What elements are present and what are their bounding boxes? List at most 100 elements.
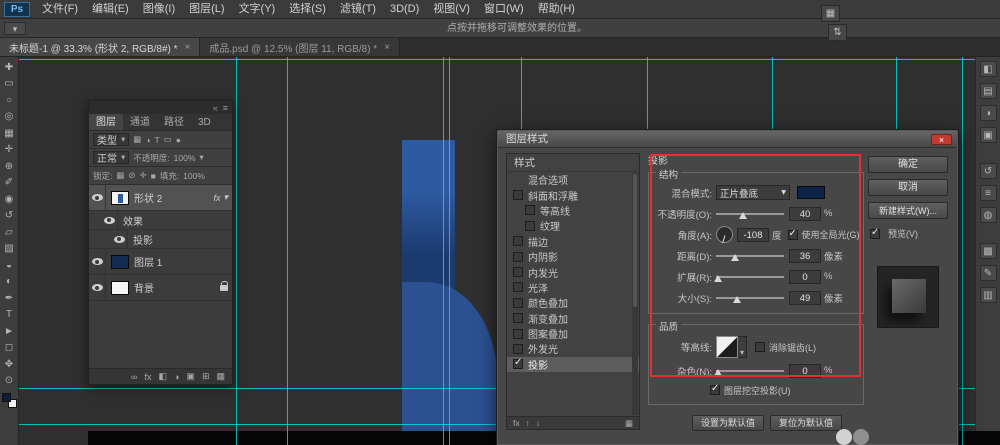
clone-stamp-tool[interactable]: ◉ (2, 192, 17, 206)
move-effect-down-icon[interactable]: ↓ (536, 418, 540, 428)
styles-panel-icon[interactable]: ▣ (980, 127, 997, 143)
dodge-tool[interactable]: ◐ (2, 275, 17, 289)
opacity-slider[interactable] (716, 208, 784, 220)
adjustment-layer-icon[interactable]: ◑ (174, 372, 179, 382)
spread-slider[interactable] (716, 271, 784, 283)
lock-transparency-icon[interactable]: ▦ (116, 170, 124, 181)
adjustments-panel-icon[interactable]: ◑ (980, 105, 997, 121)
quick-selection-tool[interactable]: ◎ (2, 110, 17, 124)
style-checkbox[interactable] (513, 282, 523, 292)
smart-object-filter-icon[interactable]: ● (176, 135, 181, 145)
shape-filter-icon[interactable]: ▭ (164, 134, 172, 145)
noise-slider[interactable] (716, 365, 784, 377)
menu-image[interactable]: 图像(I) (136, 0, 182, 19)
global-light-checkbox[interactable]: ✓ (788, 230, 798, 240)
style-checkbox[interactable] (513, 313, 523, 323)
visibility-eye-icon[interactable] (114, 236, 125, 243)
noise-input[interactable]: 0 (789, 364, 821, 378)
style-checkbox[interactable] (525, 205, 535, 215)
layer-thumbnail[interactable] (111, 281, 129, 295)
add-effect-icon[interactable]: fx (513, 418, 520, 428)
move-effect-up-icon[interactable]: ↑ (526, 418, 530, 428)
new-layer-icon[interactable]: ⊞ (202, 371, 210, 382)
layer-row-layer1[interactable]: 图层 1 (89, 249, 232, 275)
close-tab-icon[interactable]: × (384, 42, 390, 53)
shadow-blend-mode-dropdown[interactable]: 正片叠底 ▾ (716, 185, 790, 200)
shape-tool[interactable]: ◻ (2, 341, 17, 355)
foreground-color-swatch[interactable] (2, 393, 11, 402)
type-filter-icon[interactable]: T (154, 135, 159, 145)
layer-mask-icon[interactable]: ◧ (158, 371, 167, 382)
collapse-effects-icon[interactable]: ▾ (223, 192, 228, 203)
pen-tool[interactable]: ✒ (2, 291, 17, 305)
angle-dial[interactable] (716, 226, 733, 243)
style-checkbox[interactable]: ✓ (513, 359, 523, 369)
style-checkbox[interactable] (513, 252, 523, 262)
link-layers-icon[interactable]: ∞ (131, 372, 137, 382)
delete-layer-icon[interactable]: ▦ (216, 371, 225, 382)
style-item-contour[interactable]: 等高线 (507, 203, 639, 218)
zoom-tool[interactable]: ⊙ (2, 374, 17, 388)
new-style-button[interactable]: 新建样式(W)... (868, 202, 948, 219)
path-selection-tool[interactable]: ► (2, 324, 17, 338)
style-item-outer-glow[interactable]: 外发光 (507, 341, 639, 356)
move-tool[interactable]: ✚ (2, 60, 17, 74)
lasso-tool[interactable]: ○ (2, 93, 17, 107)
layer-style-icon[interactable]: fx (144, 372, 151, 382)
size-input[interactable]: 49 (789, 291, 821, 305)
angle-input[interactable]: -108 (737, 228, 769, 242)
collapse-panel-icon[interactable]: « (213, 103, 218, 113)
menu-type[interactable]: 文字(Y) (232, 0, 283, 19)
crop-tool[interactable]: ▦ (2, 126, 17, 140)
dialog-title-bar[interactable]: 图层样式 (498, 131, 957, 148)
delete-effect-icon[interactable]: ▦ (625, 418, 633, 429)
pixel-filter-icon[interactable]: ▦ (133, 134, 141, 145)
layer-opacity-value[interactable]: 100% (174, 153, 196, 163)
arrange-documents-icon[interactable]: ⇅ (828, 24, 847, 41)
blend-mode-dropdown[interactable]: 正常 ▾ (93, 151, 129, 164)
lock-position-icon[interactable]: ✛ (140, 170, 147, 181)
style-item-texture[interactable]: 纹理 (507, 218, 639, 233)
distance-input[interactable]: 36 (789, 249, 821, 263)
fx-badge[interactable]: fx (213, 193, 220, 203)
style-checkbox[interactable] (513, 329, 523, 339)
panel-menu-icon[interactable]: ≡ (223, 103, 228, 113)
contour-dropdown-icon[interactable]: ▾ (738, 336, 747, 358)
layer-group-icon[interactable]: ▣ (186, 371, 195, 382)
tool-preset-icon[interactable]: ▾ (4, 22, 26, 35)
tab-3d[interactable]: 3D (191, 114, 218, 130)
marquee-tool[interactable]: ▭ (2, 77, 17, 91)
menu-view[interactable]: 视图(V) (426, 0, 477, 19)
history-brush-tool[interactable]: ↺ (2, 209, 17, 223)
opacity-input[interactable]: 40 (789, 207, 821, 221)
style-item-inner-glow[interactable]: 内发光 (507, 264, 639, 279)
style-item-blending-options[interactable]: 混合选项 (507, 172, 639, 187)
distance-slider[interactable] (716, 250, 784, 262)
menu-window[interactable]: 窗口(W) (477, 0, 531, 19)
menu-help[interactable]: 帮助(H) (531, 0, 582, 19)
color-swatches[interactable] (2, 393, 17, 408)
style-item-color-overlay[interactable]: 颜色叠加 (507, 295, 639, 310)
properties-panel-icon[interactable]: ≡ (980, 185, 997, 201)
swatches-panel-icon[interactable]: ▤ (980, 83, 997, 99)
style-checkbox[interactable] (513, 236, 523, 246)
paths-panel-icon[interactable]: ✎ (980, 265, 997, 281)
menu-file[interactable]: 文件(F) (35, 0, 85, 19)
layer-row-background[interactable]: 背景 (89, 275, 232, 301)
gradient-tool[interactable]: ▨ (2, 242, 17, 256)
layer-thumbnail[interactable] (111, 255, 129, 269)
style-item-inner-shadow[interactable]: 内阴影 (507, 249, 639, 264)
eyedropper-tool[interactable]: ✛ (2, 143, 17, 157)
brush-tool[interactable]: ✐ (2, 176, 17, 190)
style-item-pattern-overlay[interactable]: 图案叠加 (507, 326, 639, 341)
blur-tool[interactable]: ◒ (2, 258, 17, 272)
visibility-eye-icon[interactable] (92, 284, 103, 291)
visibility-eye-icon[interactable] (92, 258, 103, 265)
knockout-checkbox[interactable]: ✓ (710, 385, 720, 395)
style-checkbox[interactable] (525, 221, 535, 231)
preview-checkbox[interactable]: ✓ (870, 229, 880, 239)
menu-filter[interactable]: 滤镜(T) (333, 0, 383, 19)
lock-pixels-icon[interactable]: ⊘ (128, 170, 135, 181)
lock-all-icon[interactable]: ■ (151, 171, 156, 181)
menu-select[interactable]: 选择(S) (282, 0, 333, 19)
